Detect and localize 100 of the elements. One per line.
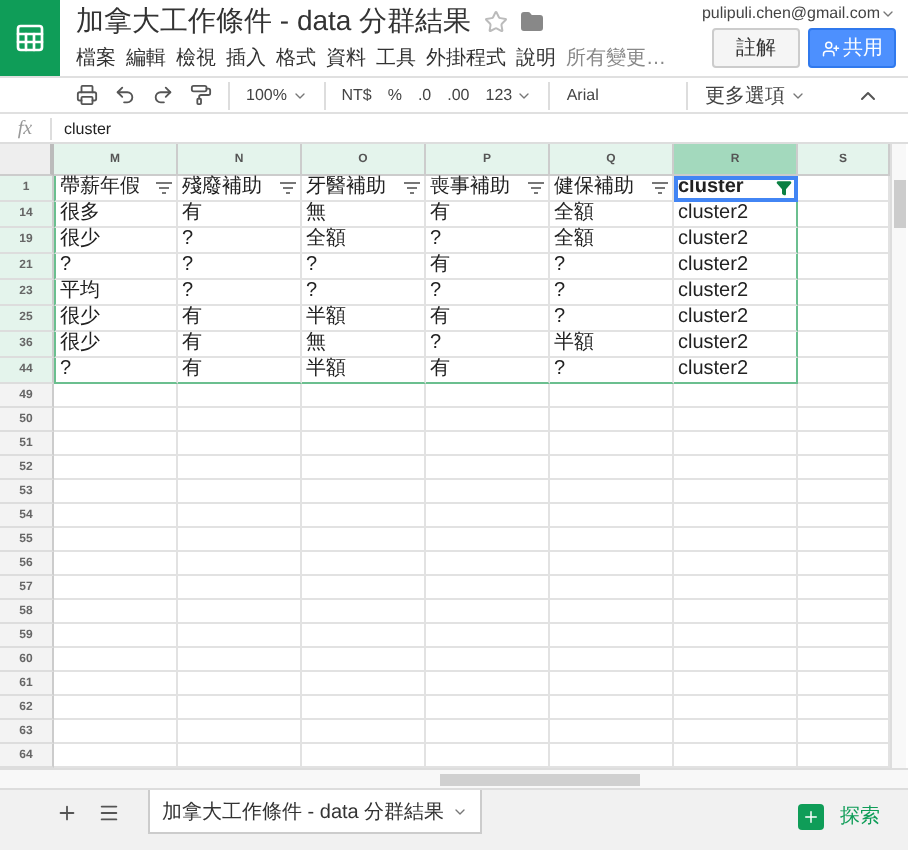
table-cell [550, 552, 674, 576]
sheets-logo[interactable] [0, 0, 60, 76]
header-cell[interactable]: cluster [674, 176, 798, 202]
table-cell: ? [550, 254, 674, 280]
star-icon[interactable] [483, 10, 508, 34]
table-cell [798, 176, 890, 202]
table-cell [426, 384, 550, 408]
save-status[interactable]: 所有變更… [566, 44, 666, 72]
zoom-dropdown[interactable]: 100% [246, 86, 308, 104]
table-cell [674, 384, 798, 408]
table-cell [302, 696, 426, 720]
menu-item[interactable]: 資料 [326, 44, 366, 72]
filter-icon[interactable] [156, 182, 172, 194]
table-cell [674, 720, 798, 744]
table-cell: 全額 [302, 228, 426, 254]
table-cell [54, 672, 178, 696]
percent-button[interactable]: % [387, 86, 402, 104]
sheet-tab[interactable]: 加拿大工作條件 - data 分群結果 [148, 790, 483, 834]
table-cell: 很少 [54, 306, 178, 332]
table-cell [426, 672, 550, 696]
header-cell[interactable]: 喪事補助 [426, 176, 550, 202]
table-cell: 全額 [550, 202, 674, 228]
scrollbar-thumb[interactable] [440, 773, 640, 785]
more-options-dropdown[interactable]: 更多選項 [704, 81, 807, 109]
table-cell [798, 384, 890, 408]
decrease-decimal-button[interactable]: .0 [417, 86, 432, 104]
comment-button[interactable]: 註解 [712, 28, 800, 68]
table-cell: ? [302, 254, 426, 280]
filter-icon[interactable] [776, 180, 792, 196]
menu-item[interactable]: 格式 [276, 44, 316, 72]
table-cell [302, 408, 426, 432]
menu-item[interactable]: 檔案 [76, 44, 116, 72]
table-cell [54, 384, 178, 408]
add-person-icon [821, 39, 839, 57]
table-cell [302, 432, 426, 456]
table-cell [550, 528, 674, 552]
header-cell[interactable]: 殘廢補助 [178, 176, 302, 202]
header-cell[interactable]: 牙醫補助 [302, 176, 426, 202]
table-cell [798, 504, 890, 528]
table-cell [798, 254, 890, 280]
add-sheet-icon[interactable] [56, 802, 78, 824]
filter-icon[interactable] [652, 182, 668, 194]
account-email[interactable]: pulipuli.chen@gmail.com [701, 4, 880, 22]
table-cell [550, 648, 674, 672]
number-format-dropdown[interactable]: 123 [485, 86, 533, 104]
table-cell [798, 576, 890, 600]
currency-button[interactable]: NT$ [341, 86, 372, 104]
table-cell [674, 624, 798, 648]
header-cell[interactable]: 帶薪年假 [54, 176, 178, 202]
table-cell: ? [550, 306, 674, 332]
table-cell [54, 576, 178, 600]
table-cell [426, 504, 550, 528]
menu-item[interactable]: 檢視 [176, 44, 216, 72]
table-cell [798, 624, 890, 648]
menu-item[interactable]: 外掛程式 [426, 44, 506, 72]
menu-icon[interactable] [98, 802, 120, 824]
font-dropdown[interactable]: Arial [566, 86, 671, 104]
redo-icon[interactable] [152, 84, 174, 106]
menu-item[interactable]: 插入 [226, 44, 266, 72]
scrollbar-thumb[interactable] [893, 180, 905, 228]
table-cell [54, 744, 178, 768]
table-cell: ? [426, 332, 550, 358]
formula-input[interactable]: cluster [52, 119, 112, 137]
table-cell [426, 432, 550, 456]
filter-icon[interactable] [528, 182, 544, 194]
table-cell [550, 696, 674, 720]
table-cell: 無 [302, 202, 426, 228]
table-cell [54, 480, 178, 504]
table-cell [674, 600, 798, 624]
corner-cell[interactable] [0, 144, 54, 176]
table-cell: 有 [178, 202, 302, 228]
header-text: 牙醫補助 [306, 176, 386, 200]
table-cell [426, 744, 550, 768]
menu-item[interactable]: 編輯 [126, 44, 166, 72]
vertical-scrollbar[interactable] [890, 144, 906, 768]
table-cell [798, 228, 890, 254]
table-cell [798, 552, 890, 576]
paint-format-icon[interactable] [190, 84, 212, 106]
table-cell: 很少 [54, 228, 178, 254]
filter-icon[interactable] [404, 182, 420, 194]
table-cell [674, 576, 798, 600]
document-title[interactable]: 加拿大工作條件 - data 分群結果 [76, 4, 472, 40]
menu-item[interactable]: 工具 [376, 44, 416, 72]
table-cell: ? [426, 280, 550, 306]
table-cell [302, 624, 426, 648]
table-cell: 有 [178, 306, 302, 332]
table-cell: 半額 [302, 306, 426, 332]
print-icon[interactable] [76, 84, 98, 106]
table-cell [426, 576, 550, 600]
explore-icon [798, 803, 824, 829]
header-cell[interactable]: 健保補助 [550, 176, 674, 202]
increase-decimal-button[interactable]: .00 [447, 86, 470, 104]
undo-icon[interactable] [114, 84, 136, 106]
menu-item[interactable]: 說明 [516, 44, 556, 72]
filter-icon[interactable] [280, 182, 296, 194]
table-cell [550, 504, 674, 528]
table-cell [798, 600, 890, 624]
horizontal-scrollbar[interactable] [0, 768, 908, 788]
table-cell [798, 696, 890, 720]
folder-icon[interactable] [519, 10, 544, 34]
